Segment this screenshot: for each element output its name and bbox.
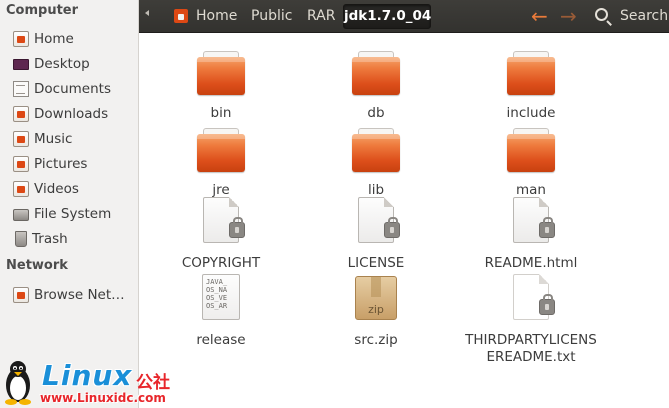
sidebar: Computer Home Desktop Documents Download… [0, 0, 139, 408]
sidebar-item-trash[interactable]: Trash [0, 226, 138, 251]
file-item-bin[interactable]: bin [146, 45, 296, 125]
locked-document-icon [513, 197, 555, 243]
toolbar: Home Public RAR jdk1.7.0_04 ← → Search [139, 0, 669, 33]
zip-badge: zip [368, 303, 384, 316]
sidebar-item-label: Documents [34, 80, 111, 97]
sidebar-header-network: Network [6, 258, 68, 273]
sidebar-item-label: Trash [32, 230, 68, 247]
sidebar-item-home[interactable]: Home [0, 26, 138, 51]
file-item-db[interactable]: db [301, 45, 451, 125]
preview-line: OS_NA [206, 286, 228, 294]
videos-folder-icon [13, 180, 29, 197]
folder-icon [197, 128, 245, 172]
file-item-src-zip[interactable]: zip src.zip [301, 272, 451, 352]
file-item-readme-html[interactable]: README.html [456, 195, 606, 275]
file-label: THIRDPARTYLICENS EREADME.txt [456, 332, 606, 366]
breadcrumb-current[interactable]: jdk1.7.0_04 [343, 4, 431, 29]
file-item-man[interactable]: man [456, 122, 606, 202]
file-grid: bin db include jre lib man COPYRIGHT LIC… [139, 33, 669, 408]
file-label: LICENSE [347, 255, 405, 271]
sidebar-item-browse-network[interactable]: Browse Net… [0, 282, 138, 307]
forward-button[interactable]: → [560, 6, 577, 26]
sidebar-item-videos[interactable]: Videos [0, 176, 138, 201]
text-document-icon: JAVA_ OS_NA OS_VE OS_AR [202, 274, 240, 320]
sidebar-item-label: Home [34, 30, 74, 47]
folder-icon [197, 51, 245, 95]
watermark-url: www.Linuxidc.com [40, 391, 166, 405]
folder-icon [507, 51, 555, 95]
lock-icon [539, 294, 555, 315]
file-item-include[interactable]: include [456, 45, 606, 125]
file-label: release [196, 332, 246, 348]
sidebar-item-file-system[interactable]: File System [0, 201, 138, 226]
back-button[interactable]: ← [531, 6, 548, 26]
home-folder-icon [13, 30, 29, 47]
file-item-jre[interactable]: jre [146, 122, 296, 202]
sidebar-item-label: Music [34, 130, 73, 147]
file-label-line: THIRDPARTYLICENS [465, 332, 597, 348]
watermark-brand: Linux [42, 359, 133, 392]
breadcrumb-rar[interactable]: RAR [307, 0, 335, 33]
documents-folder-icon [13, 80, 29, 97]
network-folder-icon [13, 286, 29, 303]
lock-icon [229, 217, 245, 238]
folder-icon [352, 51, 400, 95]
lock-icon [539, 217, 555, 238]
sidebar-item-documents[interactable]: Documents [0, 76, 138, 101]
sidebar-item-label: Desktop [34, 55, 90, 72]
penguin-logo-icon [5, 361, 31, 405]
file-label: include [506, 105, 556, 121]
preview-line: OS_VE [206, 294, 228, 302]
file-item-release[interactable]: JAVA_ OS_NA OS_VE OS_AR release [146, 272, 296, 352]
sidebar-item-label: File System [34, 205, 112, 222]
breadcrumb-public[interactable]: Public [251, 0, 292, 33]
sidebar-item-desktop[interactable]: Desktop [0, 51, 138, 76]
preview-line: JAVA_ [206, 278, 228, 286]
file-label: COPYRIGHT [181, 255, 261, 271]
home-icon [174, 9, 188, 23]
path-scroll-left-icon[interactable] [145, 10, 149, 16]
preview-line: OS_AR [206, 302, 228, 310]
breadcrumb-home[interactable]: Home [196, 0, 237, 33]
locked-document-icon [358, 197, 400, 243]
folder-icon [352, 128, 400, 172]
file-label: README.html [484, 255, 578, 271]
file-item-license[interactable]: LICENSE [301, 195, 451, 275]
watermark: Linux 公社 www.Linuxidc.com [0, 355, 190, 408]
sidebar-item-label: Downloads [34, 105, 109, 122]
file-label: bin [210, 105, 232, 121]
locked-document-icon [513, 274, 555, 320]
file-item-thirdparty-readme[interactable]: THIRDPARTYLICENS EREADME.txt [456, 272, 606, 367]
file-label-line: EREADME.txt [486, 349, 576, 365]
sidebar-item-music[interactable]: Music [0, 126, 138, 151]
pictures-folder-icon [13, 155, 29, 172]
desktop-icon [13, 59, 29, 70]
lock-icon [384, 217, 400, 238]
sidebar-header-computer: Computer [6, 3, 79, 18]
file-item-copyright[interactable]: COPYRIGHT [146, 195, 296, 275]
sidebar-item-label: Videos [34, 180, 79, 197]
zip-archive-icon: zip [355, 276, 397, 320]
downloads-folder-icon [13, 105, 29, 122]
sidebar-item-label: Pictures [34, 155, 88, 172]
music-folder-icon [13, 130, 29, 147]
search-icon[interactable] [595, 8, 608, 21]
locked-document-icon [203, 197, 245, 243]
sidebar-item-downloads[interactable]: Downloads [0, 101, 138, 126]
sidebar-item-pictures[interactable]: Pictures [0, 151, 138, 176]
search-button-label[interactable]: Search [620, 0, 668, 33]
file-label: db [367, 105, 385, 121]
file-label: src.zip [354, 332, 398, 348]
file-item-lib[interactable]: lib [301, 122, 451, 202]
trash-icon [15, 230, 27, 247]
sidebar-item-label: Browse Net… [34, 286, 125, 303]
watermark-chinese: 公社 [136, 373, 170, 393]
folder-icon [507, 128, 555, 172]
disk-icon [13, 208, 29, 221]
